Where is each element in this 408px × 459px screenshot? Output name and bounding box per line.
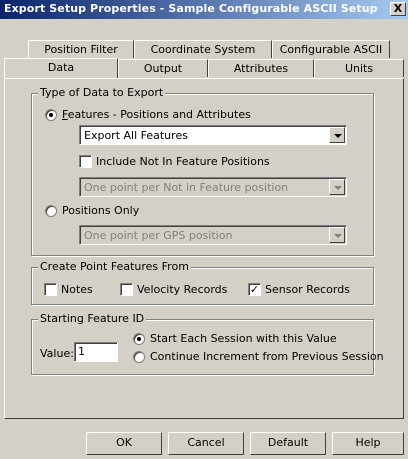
sensor-records-label[interactable]: Sensor Records	[265, 283, 350, 296]
create-point-features-legend: Create Point Features From	[38, 260, 191, 273]
close-button[interactable]: X	[390, 2, 406, 16]
value-input[interactable]: 1	[74, 342, 118, 362]
include-not-in-label[interactable]: Include Not In Feature Positions	[96, 155, 270, 168]
type-of-data-legend: Type of Data to Export	[38, 86, 166, 99]
positions-only-radio[interactable]	[45, 205, 57, 217]
continue-increment-radio[interactable]	[133, 351, 145, 363]
start-each-session-radio[interactable]	[133, 333, 145, 345]
tab-output[interactable]: Output	[118, 59, 208, 77]
chevron-down-icon	[329, 227, 345, 243]
features-select[interactable]: Export All Features	[79, 125, 347, 145]
value-label: Value:	[40, 347, 74, 360]
title-bar: Export Setup Properties - Sample Configu…	[0, 0, 408, 19]
value-input-text: 1	[78, 345, 85, 358]
features-radio-label[interactable]: Features - Positions and Attributes	[62, 108, 251, 121]
velocity-records-checkbox[interactable]	[120, 283, 133, 296]
tab-attributes[interactable]: Attributes	[208, 59, 314, 77]
tab-coordinate-system[interactable]: Coordinate System	[134, 40, 272, 58]
not-in-feature-select: One point per Not in Feature position	[79, 177, 347, 197]
check-icon: ✓	[249, 283, 260, 296]
help-button[interactable]: Help	[332, 432, 404, 455]
positions-only-label[interactable]: Positions Only	[62, 204, 139, 217]
ok-button[interactable]: OK	[86, 432, 162, 455]
gps-position-select-value: One point per GPS position	[84, 229, 233, 242]
sensor-records-checkbox[interactable]: ✓	[248, 283, 261, 296]
include-not-in-checkbox[interactable]	[79, 155, 92, 168]
cancel-button[interactable]: Cancel	[168, 432, 244, 455]
default-button[interactable]: Default	[250, 432, 326, 455]
features-select-value: Export All Features	[84, 129, 188, 142]
chevron-down-icon	[329, 179, 345, 195]
chevron-down-icon[interactable]	[329, 127, 345, 143]
notes-label[interactable]: Notes	[61, 283, 93, 296]
not-in-feature-select-value: One point per Not in Feature position	[84, 181, 289, 194]
start-each-session-label[interactable]: Start Each Session with this Value	[150, 332, 337, 345]
gps-position-select: One point per GPS position	[79, 225, 347, 245]
starting-feature-id-legend: Starting Feature ID	[38, 312, 147, 325]
tab-units[interactable]: Units	[314, 59, 404, 77]
tab-data[interactable]: Data	[4, 58, 118, 78]
close-icon: X	[393, 2, 403, 15]
tab-position-filter[interactable]: Position Filter	[28, 40, 134, 58]
velocity-records-label[interactable]: Velocity Records	[137, 283, 227, 296]
features-radio[interactable]	[45, 109, 57, 121]
notes-checkbox[interactable]	[44, 283, 57, 296]
continue-increment-label[interactable]: Continue Increment from Previous Session	[150, 350, 384, 363]
window-title: Export Setup Properties - Sample Configu…	[4, 2, 378, 15]
tab-configurable-ascii[interactable]: Configurable ASCII	[272, 40, 390, 58]
